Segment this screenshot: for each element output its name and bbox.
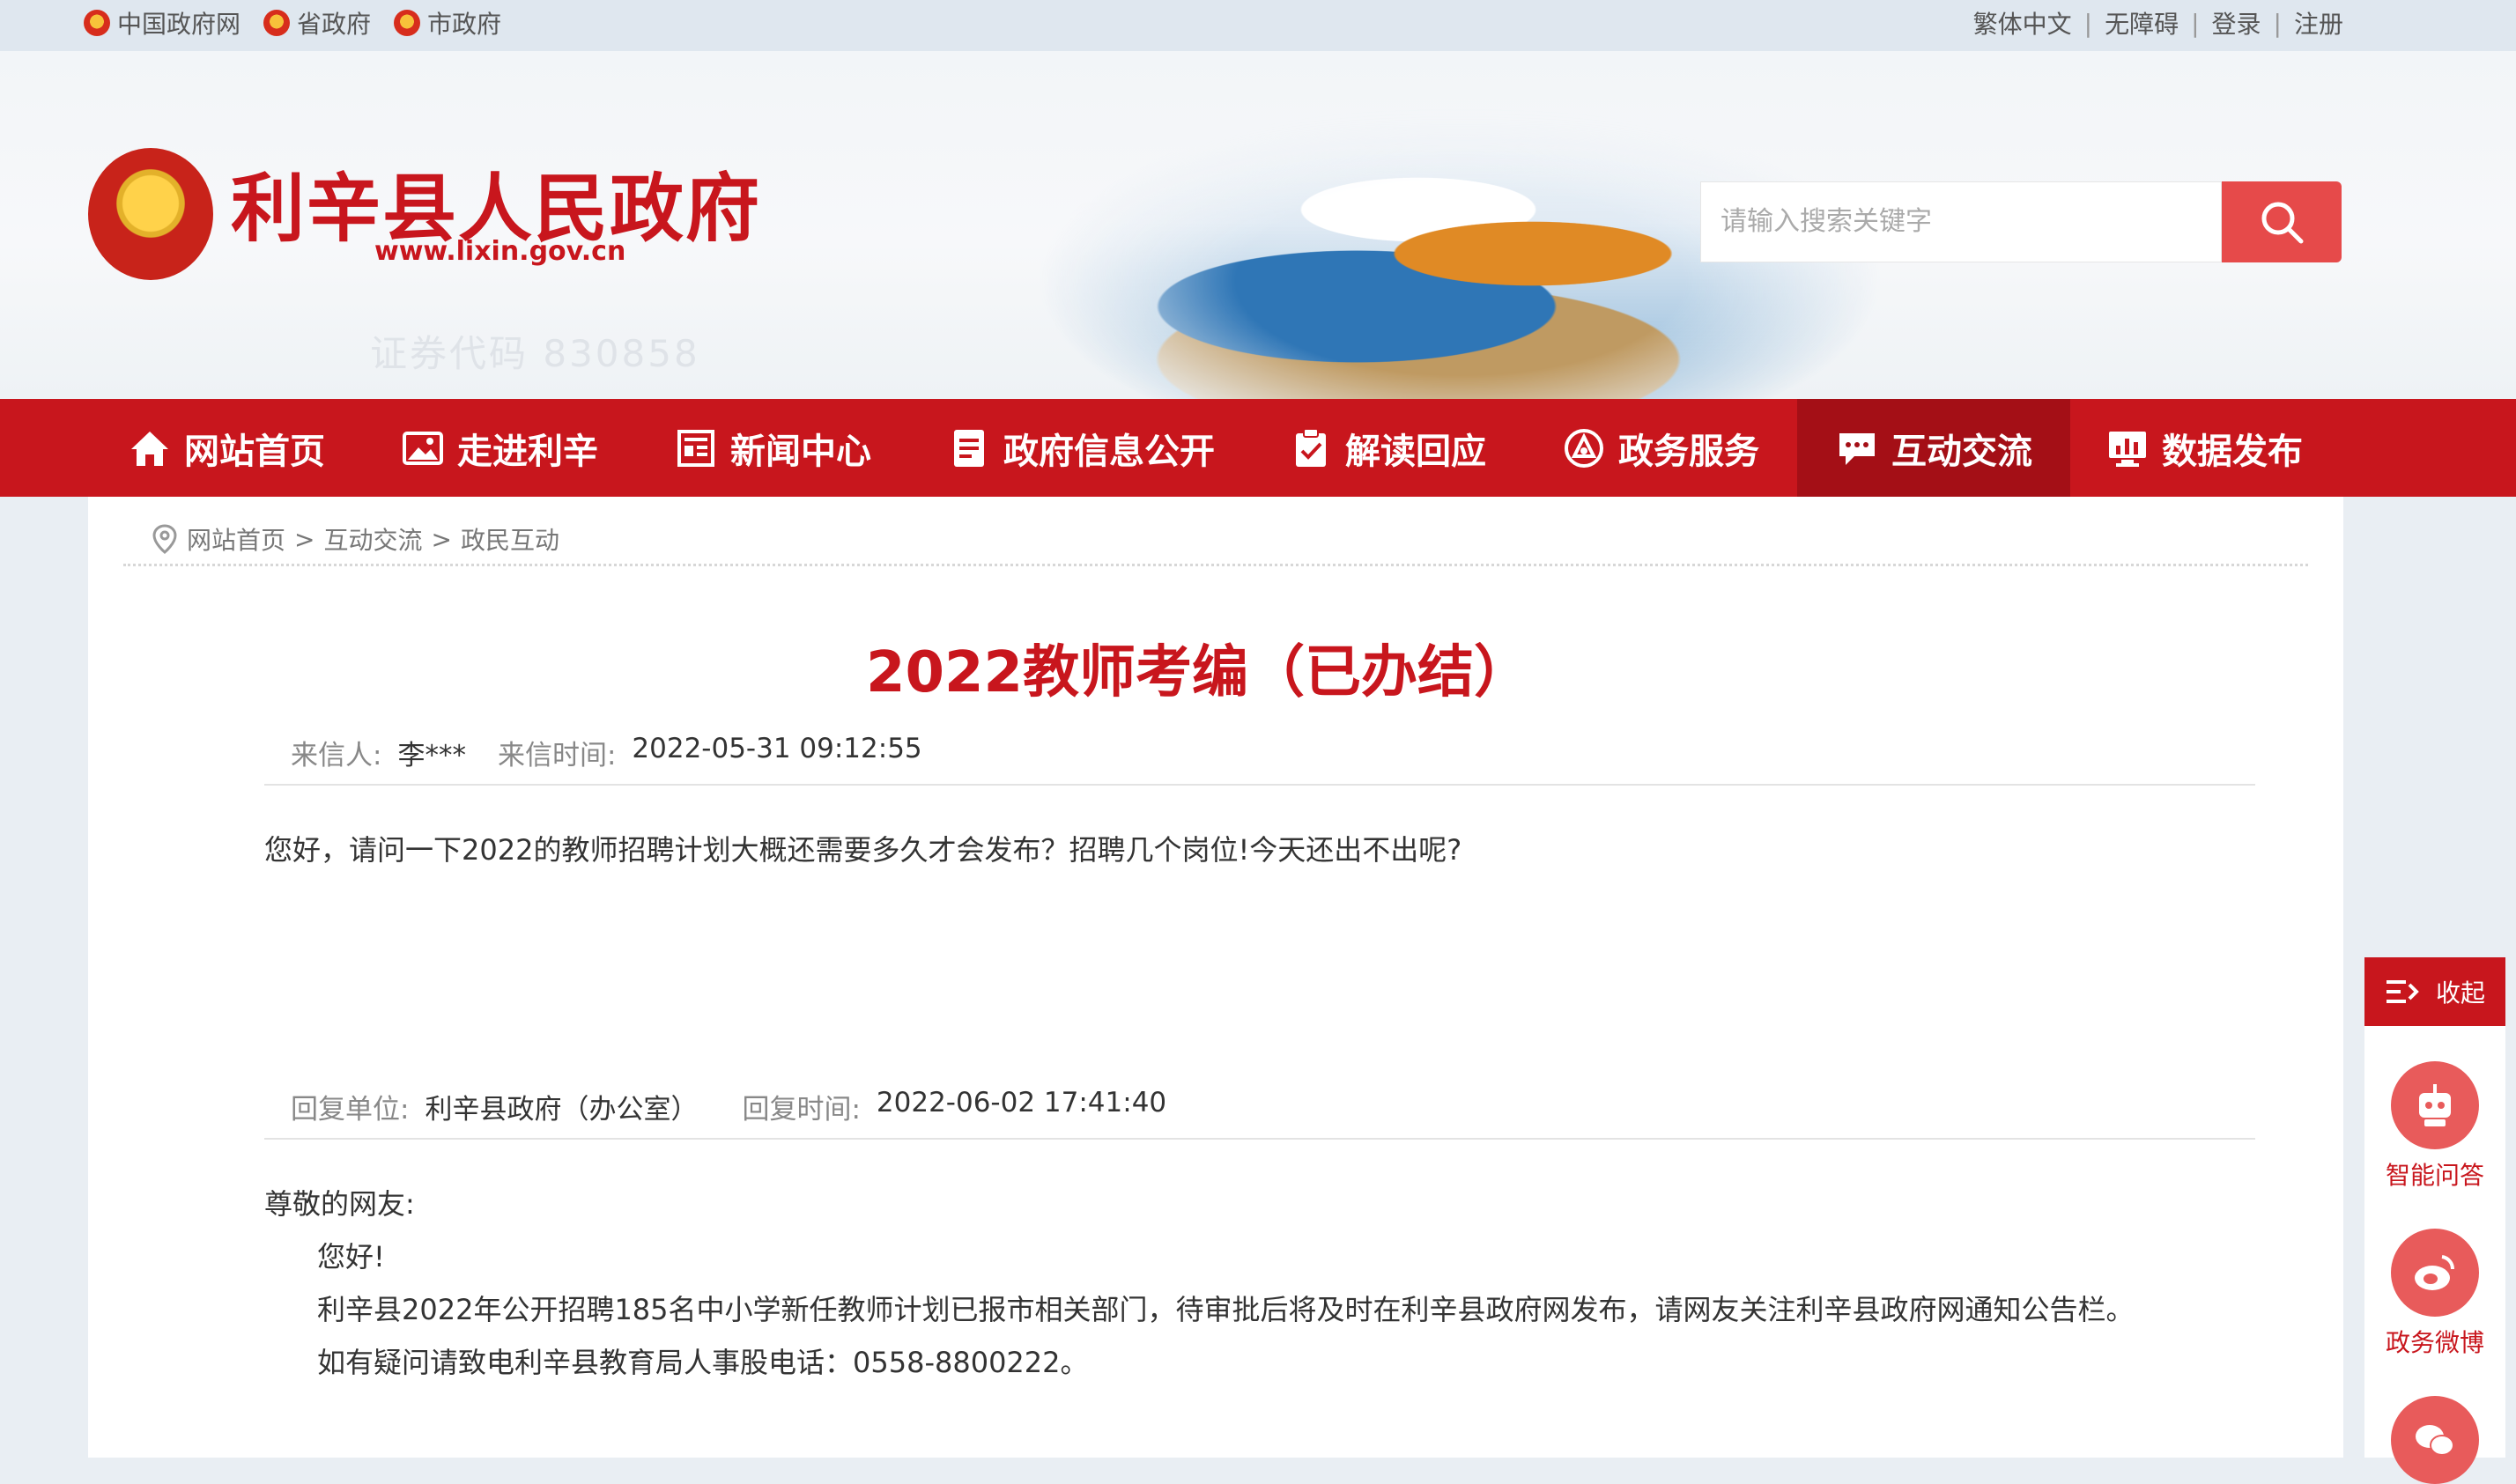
- nav-item-home[interactable]: 网站首页: [128, 399, 339, 497]
- document-icon: [947, 426, 991, 470]
- utility-links: 繁体中文 | 无障碍 | 登录 | 注册: [1973, 5, 2343, 41]
- float-panel: 智能问答 政务微博: [2364, 1026, 2505, 1484]
- national-emblem-icon: [84, 10, 110, 36]
- reply-meta: 回复单位: 利辛县政府（办公室） 回复时间: 2022-06-02 17:41:…: [291, 1087, 1166, 1126]
- nav-item-about[interactable]: 走进利辛: [401, 399, 612, 497]
- site-header: 证券代码 830858 利辛县人民政府 www.lixin.gov.cn 请输入…: [0, 51, 2516, 399]
- main-nav: 网站首页 走进利辛 新闻中心 政府信息公开 解读回应 政务服务 互动交流 数据发…: [0, 399, 2516, 497]
- reply-paragraph: 利辛县2022年公开招聘185名中小学新任教师计划已报市相关部门，待审批后将及时…: [317, 1293, 2135, 1326]
- separator: |: [2191, 8, 2200, 38]
- link-china-gov[interactable]: 中国政府网: [84, 5, 240, 41]
- nav-item-news[interactable]: 新闻中心: [674, 399, 885, 497]
- sender-label: 来信人:: [291, 740, 382, 772]
- data-monitor-icon: [2105, 426, 2150, 470]
- collapse-icon: [2386, 980, 2419, 1003]
- nav-item-gov-info[interactable]: 政府信息公开: [947, 399, 1238, 497]
- breadcrumb-divider: [123, 564, 2308, 566]
- letter-time-label: 来信时间:: [497, 740, 617, 772]
- news-icon: [674, 426, 718, 470]
- reply-salutation: 尊敬的网友:: [264, 1187, 415, 1221]
- robot-icon: [2391, 1061, 2479, 1149]
- letter-meta: 来信人: 李*** 来信时间: 2022-05-31 09:12:55: [291, 733, 922, 772]
- content-panel: 网站首页 > 互动交流 > 政民互动 2022教师考编（已办结） 来信人: 李*…: [88, 497, 2343, 1458]
- float-toggle-label: 收起: [2435, 978, 2485, 1008]
- chat-icon: [1835, 426, 1879, 470]
- search-button[interactable]: [2222, 181, 2342, 262]
- question-text: 您好，请问一下2022的教师招聘计划大概还需要多久才会发布？招聘几个岗位!今天还…: [264, 833, 1462, 867]
- site-emblem-logo[interactable]: [88, 148, 213, 280]
- national-emblem-icon: [263, 10, 291, 36]
- home-icon: [128, 426, 172, 470]
- clipboard-check-icon: [1289, 426, 1333, 470]
- weibo-icon: [2391, 1229, 2479, 1317]
- search-icon: [2261, 202, 2304, 244]
- float-item-wechat[interactable]: [2364, 1396, 2505, 1484]
- breadcrumb-interaction[interactable]: 互动交流: [323, 521, 422, 557]
- top-bar: 中国政府网 省政府 市政府 繁体中文 | 无障碍 | 登录 | 注册: [0, 0, 2516, 51]
- separator: |: [2273, 8, 2282, 38]
- location-pin-icon: [152, 524, 177, 554]
- float-toggle-button[interactable]: 收起: [2364, 957, 2505, 1026]
- reply-paragraph: 如有疑问请致电利辛县教育局人事股电话：0558-8800222。: [317, 1346, 1089, 1379]
- breadcrumb: 网站首页 > 互动交流 > 政民互动: [152, 521, 559, 557]
- float-item-label: 政务微博: [2385, 1328, 2484, 1357]
- wechat-icon: [2391, 1396, 2479, 1484]
- float-item-qa[interactable]: 智能问答: [2364, 1061, 2505, 1192]
- reply-unit-label: 回复单位:: [291, 1094, 410, 1126]
- picture-icon: [401, 426, 445, 470]
- divider: [264, 784, 2255, 786]
- nav-item-services[interactable]: 政务服务: [1562, 399, 1773, 497]
- link-province-gov[interactable]: 省政府: [263, 5, 371, 41]
- reply-time-label: 回复时间:: [742, 1094, 861, 1126]
- float-item-label: 智能问答: [2385, 1161, 2484, 1190]
- login-link[interactable]: 登录: [2212, 5, 2261, 41]
- reply-greeting: 您好!: [317, 1240, 385, 1274]
- reply-time-value: 2022-06-02 17:41:40: [876, 1087, 1167, 1119]
- sender-value: 李***: [397, 740, 466, 772]
- watermark-code: 证券代码 830858: [370, 332, 700, 375]
- site-url: www.lixin.gov.cn: [374, 236, 626, 267]
- breadcrumb-home[interactable]: 网站首页: [187, 521, 285, 557]
- separator: |: [2083, 8, 2093, 38]
- nav-item-data[interactable]: 数据发布: [2105, 399, 2335, 497]
- reply-unit-value: 利辛县政府（办公室）: [425, 1094, 699, 1126]
- service-icon: [1562, 426, 1606, 470]
- register-link[interactable]: 注册: [2294, 5, 2343, 41]
- link-city-gov[interactable]: 市政府: [394, 5, 501, 41]
- gov-links: 中国政府网 省政府 市政府: [84, 5, 501, 41]
- search-input[interactable]: 请输入搜索关键字: [1700, 181, 2222, 262]
- national-emblem-icon: [394, 10, 421, 36]
- breadcrumb-current[interactable]: 政民互动: [461, 521, 559, 557]
- traditional-chinese-link[interactable]: 繁体中文: [1973, 5, 2072, 41]
- page-title: 2022教师考编（已办结）: [865, 640, 1531, 705]
- nav-item-interpretation[interactable]: 解读回应: [1289, 399, 1500, 497]
- breadcrumb-separator: >: [294, 524, 315, 554]
- float-item-weibo[interactable]: 政务微博: [2364, 1229, 2505, 1359]
- breadcrumb-separator: >: [431, 524, 452, 554]
- nav-item-interaction[interactable]: 互动交流: [1797, 399, 2070, 497]
- letter-time-value: 2022-05-31 09:12:55: [632, 733, 922, 764]
- divider: [264, 1138, 2255, 1140]
- accessibility-link[interactable]: 无障碍: [2105, 5, 2179, 41]
